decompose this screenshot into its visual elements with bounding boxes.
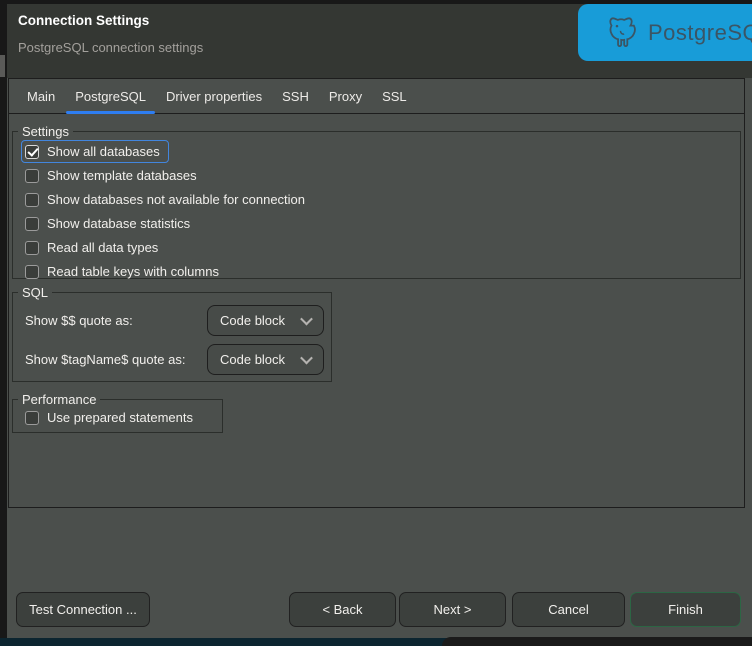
tab-postgresql[interactable]: PostgreSQL xyxy=(65,79,156,113)
next-button[interactable]: Next > xyxy=(399,592,506,627)
checkbox-unchecked[interactable] xyxy=(25,241,39,255)
checkbox-row-show-template-databases[interactable]: Show template databases xyxy=(21,164,206,187)
checkbox-row-show-all-databases[interactable]: Show all databases xyxy=(21,140,169,163)
back-button[interactable]: < Back xyxy=(289,592,396,627)
checkbox-row-show-database-statistics[interactable]: Show database statistics xyxy=(21,212,199,235)
tab-main[interactable]: Main xyxy=(17,79,65,113)
test-connection-button[interactable]: Test Connection ... xyxy=(16,592,150,627)
checkbox-label: Use prepared statements xyxy=(47,410,193,425)
checkbox-unchecked[interactable] xyxy=(25,193,39,207)
chevron-down-icon xyxy=(300,313,313,326)
dropdown-value: Code block xyxy=(220,352,285,367)
checkbox-unchecked[interactable] xyxy=(25,217,39,231)
dropdown-show-tagname-quote-as[interactable]: Code block xyxy=(207,344,324,375)
tab-folder: MainPostgreSQLDriver propertiesSSHProxyS… xyxy=(8,78,745,508)
tab-ssl[interactable]: SSL xyxy=(372,79,417,113)
connection-settings-dialog: Connection Settings PostgreSQL connectio… xyxy=(7,4,752,638)
checkbox-unchecked[interactable] xyxy=(25,265,39,279)
checkbox-label: Show databases not available for connect… xyxy=(47,192,305,207)
checkbox-row-show-databases-not-available-for-connection[interactable]: Show databases not available for connect… xyxy=(21,188,314,211)
cancel-button[interactable]: Cancel xyxy=(512,592,625,627)
sql-row-show-tagname-quote-as: Show $tagName$ quote as: Code block xyxy=(25,344,324,375)
dropdown-label: Show $tagName$ quote as: xyxy=(25,352,185,367)
dialog-header: Connection Settings PostgreSQL connectio… xyxy=(7,4,752,78)
background-window-edge xyxy=(0,55,5,77)
tab-bar: MainPostgreSQLDriver propertiesSSHProxyS… xyxy=(9,79,744,114)
postgresql-logo: PostgreSQL xyxy=(578,4,752,61)
chevron-down-icon xyxy=(300,352,313,365)
checkbox-row-read-all-data-types[interactable]: Read all data types xyxy=(21,236,167,259)
settings-checkbox-list: Show all databases Show template database… xyxy=(13,132,740,283)
checkbox-row-read-table-keys-with-columns[interactable]: Read table keys with columns xyxy=(21,260,228,283)
tab-ssh[interactable]: SSH xyxy=(272,79,319,113)
sql-row-show-quote-as: Show $$ quote as: Code block xyxy=(25,305,324,336)
dropdown-label: Show $$ quote as: xyxy=(25,313,133,328)
tab-proxy[interactable]: Proxy xyxy=(319,79,372,113)
settings-group: Settings Show all databasesShow template… xyxy=(12,131,741,279)
checkbox-label: Show database statistics xyxy=(47,216,190,231)
performance-group-label: Performance xyxy=(18,392,100,407)
background-window-strip xyxy=(0,638,462,646)
sql-group-label: SQL xyxy=(18,285,52,300)
checkbox-checked[interactable] xyxy=(25,145,39,159)
checkbox-label: Read all data types xyxy=(47,240,158,255)
checkbox-label: Show template databases xyxy=(47,168,197,183)
settings-group-label: Settings xyxy=(18,124,73,139)
checkbox-label: Show all databases xyxy=(47,144,160,159)
checkbox-row-use-prepared-statements[interactable]: Use prepared statements xyxy=(21,406,202,429)
finish-button[interactable]: Finish xyxy=(630,592,741,627)
performance-group: Performance Use prepared statements xyxy=(12,399,223,433)
sql-group: SQL Show $$ quote as:Code blockShow $tag… xyxy=(12,292,332,382)
logo-wordmark: PostgreSQL xyxy=(648,20,752,46)
page-title: Connection Settings xyxy=(18,13,149,28)
page-subtitle: PostgreSQL connection settings xyxy=(18,40,203,55)
checkbox-label: Read table keys with columns xyxy=(47,264,219,279)
postgresql-elephant-icon xyxy=(602,13,640,53)
dropdown-show-quote-as[interactable]: Code block xyxy=(207,305,324,336)
dropdown-value: Code block xyxy=(220,313,285,328)
tab-driver-properties[interactable]: Driver properties xyxy=(156,79,272,113)
checkbox-unchecked[interactable] xyxy=(25,169,39,183)
background-window-corner xyxy=(442,637,752,646)
checkbox-unchecked[interactable] xyxy=(25,411,39,425)
